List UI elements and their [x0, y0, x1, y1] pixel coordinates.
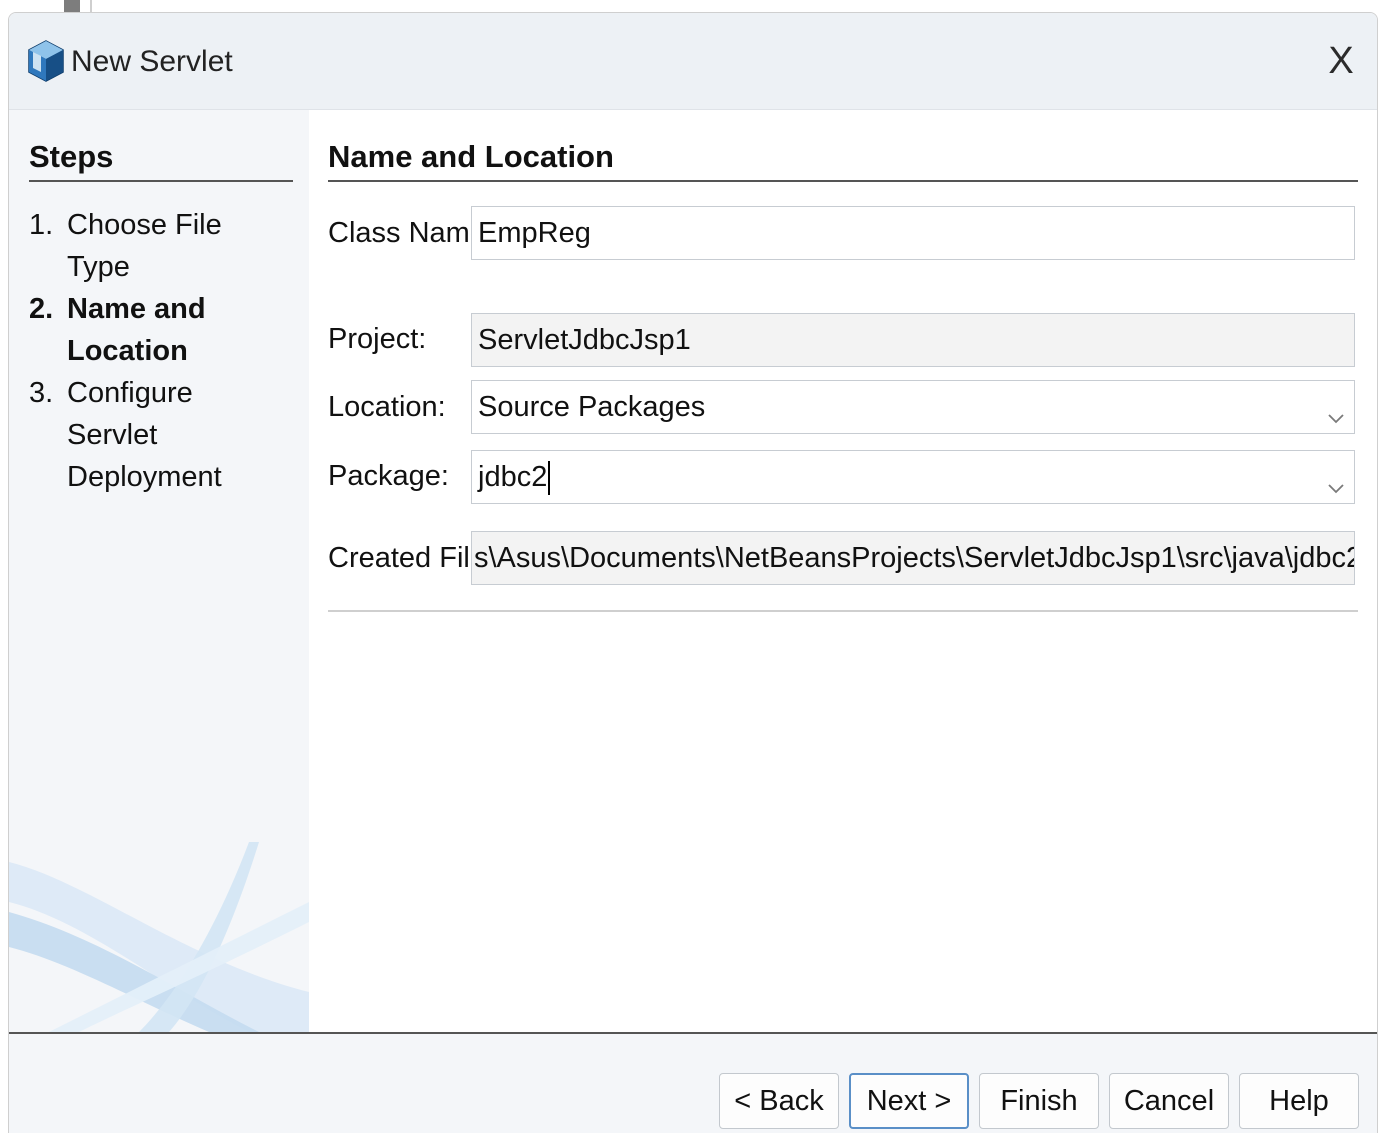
dialog-footer: < Back Next > Finish Cancel Help [9, 1034, 1377, 1133]
section-divider [328, 610, 1358, 612]
steps-panel: Steps 1. Choose File Type 2. Name and Lo… [9, 110, 309, 1032]
step-number: 2. [29, 293, 54, 325]
next-button[interactable]: Next > [849, 1073, 969, 1129]
step-item-configure-servlet-deployment: 3. Configure Servlet Deployment [29, 372, 299, 498]
step-item-choose-file-type: 1. Choose File Type [29, 204, 299, 288]
main-panel: Name and Location Class Name: EmpReg Pro… [309, 110, 1377, 1032]
background-window-mark [64, 0, 80, 12]
step-item-name-and-location: 2. Name and Location [29, 288, 299, 372]
text-cursor [548, 461, 551, 496]
finish-button[interactable]: Finish [979, 1073, 1099, 1129]
created-file-label: Created File: [328, 542, 495, 574]
page: New Servlet X Steps 1. Choose File Type … [0, 0, 1385, 1133]
package-label: Package: [328, 460, 449, 492]
location-dropdown[interactable]: Source Packages [471, 380, 1355, 434]
step-number: 1. [29, 209, 54, 241]
netbeans-cube-icon [27, 39, 65, 83]
project-label: Project: [328, 323, 427, 355]
steps-heading: Steps [29, 138, 293, 182]
cancel-button[interactable]: Cancel [1109, 1073, 1229, 1129]
dialog-title-bar[interactable]: New Servlet X [9, 13, 1377, 110]
project-field: ServletJdbcJsp1 [471, 313, 1355, 367]
decorative-swoosh-graphic [9, 842, 309, 1032]
new-servlet-dialog: New Servlet X Steps 1. Choose File Type … [8, 12, 1378, 1133]
background-window-divider [90, 0, 92, 12]
step-label: Choose File Type [67, 209, 222, 283]
step-number: 3. [29, 377, 54, 409]
class-name-label: Class Name: [328, 217, 494, 249]
chevron-down-icon[interactable] [1326, 395, 1346, 424]
section-title: Name and Location [328, 138, 1358, 182]
location-value: Source Packages [478, 391, 706, 423]
back-button[interactable]: < Back [719, 1073, 839, 1129]
dialog-title: New Servlet [71, 45, 233, 78]
package-combobox[interactable]: jdbc2 [471, 450, 1355, 504]
class-name-input[interactable]: EmpReg [471, 206, 1355, 260]
created-file-field: s\Asus\Documents\NetBeansProjects\Servle… [471, 531, 1355, 585]
chevron-down-icon[interactable] [1326, 465, 1346, 494]
step-label: Configure Servlet Deployment [67, 377, 222, 493]
step-label: Name and Location [67, 293, 206, 367]
close-button[interactable]: X [1319, 37, 1363, 85]
package-value: jdbc2 [478, 461, 548, 493]
location-label: Location: [328, 391, 446, 423]
help-button[interactable]: Help [1239, 1073, 1359, 1129]
steps-list: 1. Choose File Type 2. Name and Location… [29, 204, 299, 498]
